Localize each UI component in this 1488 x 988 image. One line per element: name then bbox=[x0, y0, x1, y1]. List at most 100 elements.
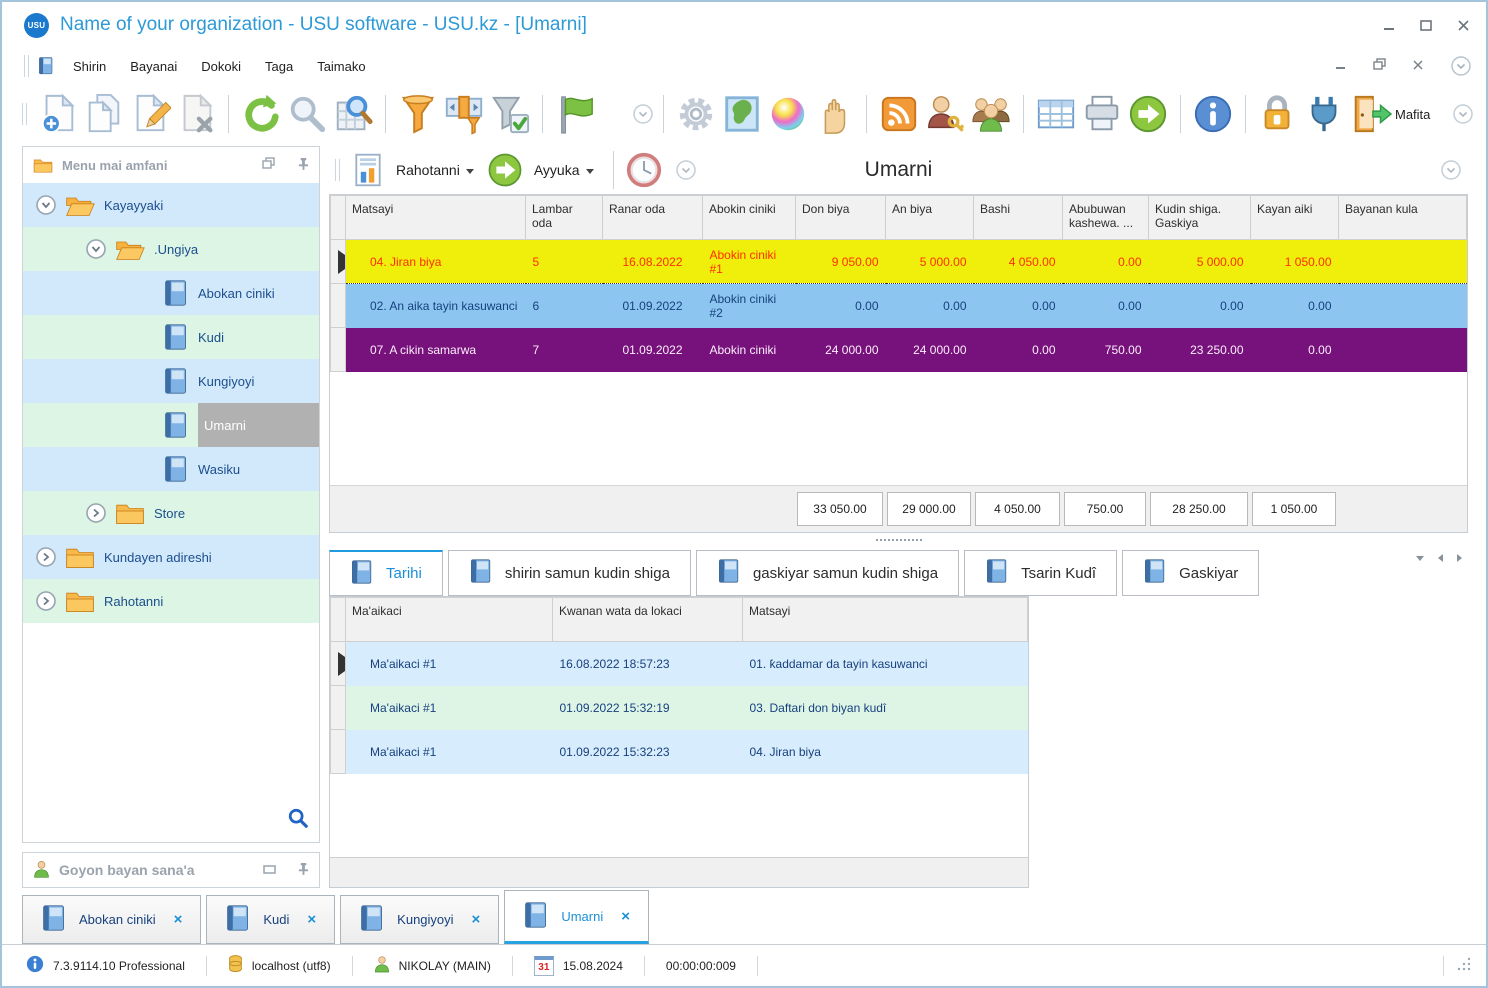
minimize-button[interactable] bbox=[1383, 19, 1396, 32]
tab-tsarin-kudi[interactable]: Tsarin Kudî bbox=[964, 550, 1118, 596]
tab-gaskiyar-samun-kudin-shiga[interactable]: gaskiyar samun kudin shiga bbox=[695, 550, 960, 596]
expand-icon[interactable] bbox=[35, 590, 57, 612]
col-bashi[interactable]: Bashi bbox=[973, 195, 1063, 240]
delete-icon[interactable] bbox=[174, 92, 218, 136]
col-matsayi[interactable]: Matsayi bbox=[345, 195, 526, 240]
filter-apply-icon[interactable] bbox=[488, 92, 532, 136]
table-row[interactable]: 04. Jiran biya 5 16.08.2022 Abokin cinik… bbox=[330, 239, 1467, 284]
expand-icon[interactable] bbox=[35, 546, 57, 568]
colors-icon[interactable] bbox=[766, 92, 810, 136]
edit-icon[interactable] bbox=[128, 92, 172, 136]
splitter-handle[interactable] bbox=[329, 533, 1468, 546]
mdi-restore-button[interactable] bbox=[1373, 58, 1386, 74]
tree-item-abokan-ciniki[interactable]: Abokan ciniki bbox=[23, 271, 319, 315]
tab-tarihi[interactable]: Tarihi bbox=[329, 550, 443, 596]
user-groups-icon[interactable] bbox=[969, 92, 1013, 136]
close-tab-icon[interactable]: × bbox=[472, 911, 481, 928]
flag-icon[interactable] bbox=[553, 92, 597, 136]
doctab-kungiyoyi[interactable]: Kungiyoyi × bbox=[340, 895, 500, 944]
filter-columns-icon[interactable] bbox=[442, 92, 486, 136]
go-next-icon[interactable] bbox=[1126, 92, 1170, 136]
hand-icon[interactable] bbox=[812, 92, 856, 136]
reports-dropdown[interactable]: Rahotanni bbox=[396, 162, 460, 178]
close-tab-icon[interactable]: × bbox=[307, 911, 316, 928]
col-bayanan-kula[interactable]: Bayanan kula bbox=[1338, 195, 1467, 240]
tab-gaskiyar[interactable]: Gaskiyar bbox=[1122, 550, 1260, 596]
panel-overflow-chevron-icon[interactable] bbox=[675, 159, 697, 181]
tree-item-store[interactable]: Store bbox=[23, 491, 319, 535]
doctab-umarni[interactable]: Umarni × bbox=[504, 890, 649, 944]
table-row[interactable]: 02. An aika tayin kasuwanci 6 01.09.2022… bbox=[330, 283, 1467, 328]
col-an-biya[interactable]: An biya bbox=[885, 195, 974, 240]
mdi-close-button[interactable] bbox=[1412, 59, 1424, 74]
menu-overflow-chevron-icon[interactable] bbox=[1450, 55, 1472, 77]
reports-icon[interactable] bbox=[349, 151, 387, 189]
menu-taimako[interactable]: Taimako bbox=[305, 55, 377, 78]
plug-icon[interactable] bbox=[1302, 92, 1346, 136]
copy-icon[interactable] bbox=[82, 92, 126, 136]
tree-restore-icon[interactable] bbox=[262, 157, 275, 173]
col-ranar-oda[interactable]: Ranar oda bbox=[602, 195, 703, 240]
table-row[interactable]: 07. A cikin samarwa 7 01.09.2022 Abokin … bbox=[330, 327, 1467, 372]
tree-item-ungiya[interactable]: .Ungiya bbox=[23, 227, 319, 271]
map-icon[interactable] bbox=[720, 92, 764, 136]
doctab-abokan-ciniki[interactable]: Abokan ciniki × bbox=[22, 895, 202, 944]
menu-shirin[interactable]: Shirin bbox=[61, 55, 118, 78]
tabs-scroll-right-icon[interactable] bbox=[1457, 554, 1462, 562]
col-maaikaci[interactable]: Ma'aikaci bbox=[345, 597, 553, 642]
settings-gear-icon[interactable] bbox=[674, 92, 718, 136]
new-order-icon[interactable] bbox=[36, 92, 80, 136]
tabs-scroll-left-icon[interactable] bbox=[1438, 554, 1443, 562]
filter-icon[interactable] bbox=[396, 92, 440, 136]
exit-label[interactable]: Mafita bbox=[1395, 107, 1430, 122]
table-view-icon[interactable] bbox=[1034, 92, 1078, 136]
collapse-icon[interactable] bbox=[85, 238, 107, 260]
tree-item-kungiyoyi[interactable]: Kungiyoyi bbox=[23, 359, 319, 403]
rss-icon[interactable] bbox=[877, 92, 921, 136]
table-row[interactable]: Ma'aikaci #1 16.08.2022 18:57:23 01. ƙad… bbox=[330, 641, 1028, 686]
tree-item-rahotanni[interactable]: Rahotanni bbox=[23, 579, 319, 623]
panel-right-chevron-icon[interactable] bbox=[1440, 159, 1462, 181]
toolbar-right-chevron-icon[interactable] bbox=[1452, 103, 1474, 125]
user-key-icon[interactable] bbox=[923, 92, 967, 136]
table-row[interactable]: Ma'aikaci #1 01.09.2022 15:32:19 03. Daf… bbox=[330, 685, 1028, 730]
refresh-icon[interactable] bbox=[239, 92, 283, 136]
actions-go-icon[interactable] bbox=[485, 150, 525, 190]
resize-grip-icon[interactable] bbox=[1456, 956, 1472, 975]
col-kudin-shiga[interactable]: Kudin shiga. Gaskiya bbox=[1148, 195, 1251, 240]
support-pin-icon[interactable] bbox=[298, 862, 309, 878]
clock-icon[interactable] bbox=[624, 150, 664, 190]
table-row[interactable]: Ma'aikaci #1 01.09.2022 15:32:23 04. Jir… bbox=[330, 729, 1028, 774]
support-minimize-icon[interactable] bbox=[263, 862, 277, 878]
advanced-search-icon[interactable] bbox=[331, 92, 375, 136]
tree-item-kudi[interactable]: Kudi bbox=[23, 315, 319, 359]
toolbar-overflow-chevron-icon[interactable] bbox=[632, 103, 654, 125]
print-icon[interactable] bbox=[1080, 92, 1124, 136]
maximize-button[interactable] bbox=[1420, 19, 1433, 32]
col-don-biya[interactable]: Don biya bbox=[795, 195, 886, 240]
collapse-icon[interactable] bbox=[35, 194, 57, 216]
tree-item-wasiku[interactable]: Wasiku bbox=[23, 447, 319, 491]
col-kwanan-wata[interactable]: Kwanan wata da lokaci bbox=[552, 597, 743, 642]
menu-taga[interactable]: Taga bbox=[253, 55, 305, 78]
menu-dokoki[interactable]: Dokoki bbox=[189, 55, 253, 78]
calendar-icon[interactable]: 31 bbox=[533, 955, 554, 976]
col-kayan-aiki[interactable]: Kayan aiki bbox=[1250, 195, 1339, 240]
tabs-dropdown-icon[interactable] bbox=[1416, 555, 1424, 561]
actions-dropdown[interactable]: Ayyuka bbox=[534, 162, 580, 178]
tree-item-kayayyaki[interactable]: Kayayyaki bbox=[23, 183, 319, 227]
tab-shirin-samun-kudin-shiga[interactable]: shirin samun kudin shiga bbox=[447, 550, 691, 596]
col-abokin-ciniki[interactable]: Abokin ciniki bbox=[702, 195, 796, 240]
doctab-kudi[interactable]: Kudi × bbox=[206, 895, 336, 944]
close-tab-icon[interactable]: × bbox=[174, 911, 183, 928]
info-icon[interactable] bbox=[1191, 92, 1235, 136]
tree-item-umarni[interactable]: Umarni bbox=[23, 403, 319, 447]
expand-icon[interactable] bbox=[85, 502, 107, 524]
lock-icon[interactable] bbox=[1256, 92, 1300, 136]
tree-search-icon[interactable] bbox=[287, 807, 309, 834]
tree-item-kundayen-adireshi[interactable]: Kundayen adireshi bbox=[23, 535, 319, 579]
close-tab-icon[interactable]: × bbox=[621, 908, 630, 925]
col-abubuwan[interactable]: Abubuwan kashewa. ... bbox=[1062, 195, 1149, 240]
exit-door-icon[interactable] bbox=[1348, 92, 1392, 136]
mdi-minimize-button[interactable] bbox=[1335, 59, 1347, 74]
